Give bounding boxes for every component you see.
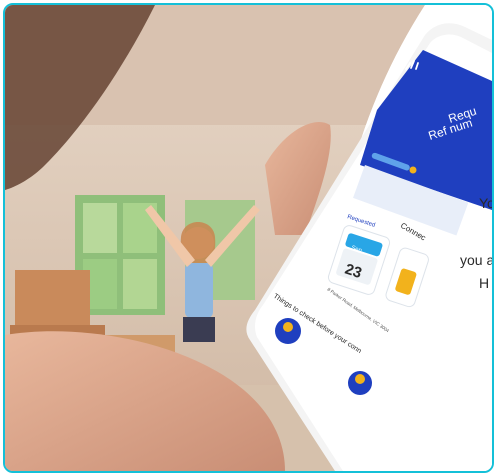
side-text-line1: Yo: [479, 195, 494, 211]
side-text-line3: H: [479, 275, 490, 291]
image-frame: Requ Ref num Requested Connec Sep 23 8 P…: [3, 3, 494, 473]
photo: Requ Ref num Requested Connec Sep 23 8 P…: [5, 5, 492, 471]
side-text-line2: you a: [460, 252, 494, 268]
